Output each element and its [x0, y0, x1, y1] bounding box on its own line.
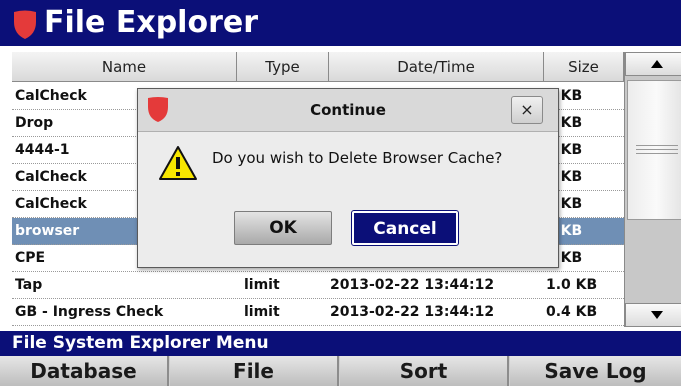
shield-logo-icon	[14, 10, 36, 39]
dialog-message: Do you wish to Delete Browser Cache?	[212, 149, 503, 167]
grip-line	[636, 149, 678, 150]
menu-bar: File System Explorer Menu	[0, 331, 681, 356]
column-header-date[interactable]: Date/Time	[329, 52, 544, 82]
dialog-title: Continue	[310, 101, 386, 119]
file-date: 2013-02-22 13:44:12	[330, 304, 495, 320]
page-title: File Explorer	[44, 5, 258, 40]
menu-bar-label: File System Explorer Menu	[12, 333, 269, 353]
arrow-up-icon	[650, 60, 663, 68]
sort-softkey[interactable]: Sort	[340, 356, 509, 386]
warning-icon	[159, 146, 197, 180]
file-type: limit	[244, 277, 280, 293]
file-softkey[interactable]: File	[170, 356, 339, 386]
close-icon: ×	[520, 100, 534, 119]
file-name: Tap	[15, 277, 43, 293]
save-log-softkey[interactable]: Save Log	[510, 356, 681, 386]
dialog-title-bar: Continue ×	[138, 89, 558, 132]
scroll-thumb[interactable]	[627, 80, 681, 220]
arrow-down-icon	[650, 311, 663, 319]
table-row[interactable]: GB - Ingress Check limit 2013-02-22 13:4…	[12, 299, 624, 326]
file-size: 1.0 KB	[546, 277, 598, 293]
scroll-up-button[interactable]	[625, 52, 681, 76]
file-type: limit	[244, 304, 280, 320]
file-name: GB - Ingress Check	[15, 304, 164, 320]
column-header-size[interactable]: Size	[544, 52, 624, 82]
scroll-down-button[interactable]	[625, 303, 681, 327]
database-softkey[interactable]: Database	[0, 356, 169, 386]
file-date: 2013-02-22 13:44:12	[330, 277, 495, 293]
column-header-type[interactable]: Type	[237, 52, 329, 82]
grip-line	[636, 153, 678, 154]
column-header-name[interactable]: Name	[12, 52, 237, 82]
title-bar: File Explorer	[0, 0, 681, 46]
continue-dialog: Continue × Do you wish to Delete Browser…	[137, 88, 559, 268]
ok-button[interactable]: OK	[234, 211, 332, 245]
vertical-scrollbar[interactable]	[624, 52, 681, 327]
cancel-button[interactable]: Cancel	[351, 210, 459, 246]
file-size: 0.4 KB	[546, 304, 598, 320]
close-button[interactable]: ×	[511, 96, 543, 124]
grip-line	[636, 145, 678, 146]
softkey-bar: Database File Sort Save Log	[0, 356, 681, 386]
table-row[interactable]: Tap limit 2013-02-22 13:44:12 1.0 KB	[12, 272, 624, 299]
